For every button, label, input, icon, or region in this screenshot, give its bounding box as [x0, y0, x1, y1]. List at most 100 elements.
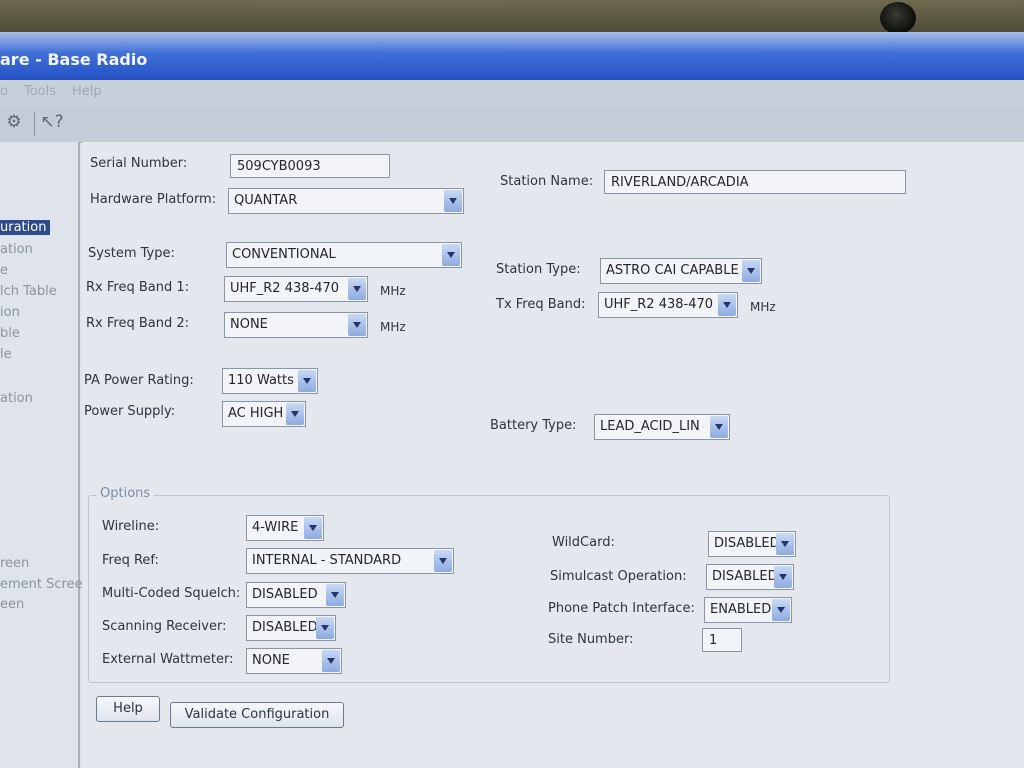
chevron-down-icon[interactable]: [774, 566, 792, 588]
chevron-down-icon[interactable]: [316, 617, 334, 639]
nav-item-option[interactable]: ion: [0, 305, 20, 320]
external-wattmeter-select[interactable]: NONE: [246, 648, 342, 674]
wireline-select[interactable]: 4-WIRE: [246, 515, 324, 541]
pa-power-rating-select[interactable]: 110 Watts: [222, 368, 318, 394]
chevron-down-icon[interactable]: [348, 314, 366, 336]
pa-power-rating-value: 110 Watts: [228, 373, 294, 388]
menu-item-tools[interactable]: Tools: [24, 84, 56, 99]
multi-coded-squelch-value: DISABLED: [252, 587, 318, 602]
rx-freq-band-2-unit: MHz: [380, 320, 406, 334]
rx-freq-band-2-value: NONE: [230, 317, 268, 332]
phone-patch-interface-label: Phone Patch Interface:: [548, 601, 695, 616]
rx-freq-band-1-unit: MHz: [380, 284, 406, 298]
window-title: are - Base Radio: [0, 50, 148, 69]
chevron-down-icon[interactable]: [772, 599, 790, 621]
freq-ref-select[interactable]: INTERNAL - STANDARD: [246, 548, 454, 574]
validate-configuration-button[interactable]: Validate Configuration: [170, 702, 344, 728]
title-bar: are - Base Radio: [0, 32, 1024, 80]
options-legend: Options: [96, 486, 155, 501]
wireline-value: 4-WIRE: [252, 520, 299, 535]
chevron-down-icon[interactable]: [776, 533, 794, 555]
rx-freq-band-1-label: Rx Freq Band 1:: [86, 280, 189, 295]
help-button[interactable]: Help: [96, 696, 160, 722]
station-name-field[interactable]: RIVERLAND/ARCADIA: [604, 170, 906, 194]
nav-item-squelch-table[interactable]: lch Table: [0, 284, 57, 299]
nav-item-measurement-screen[interactable]: ement Scree: [0, 577, 83, 592]
chevron-down-icon[interactable]: [298, 370, 316, 392]
chevron-down-icon[interactable]: [442, 244, 460, 266]
wireline-label: Wireline:: [102, 519, 160, 534]
battery-type-value: LEAD_ACID_LIN: [600, 419, 700, 434]
power-supply-label: Power Supply:: [84, 404, 176, 419]
nav-item-table[interactable]: ble: [0, 326, 20, 341]
menu-bar: o Tools Help: [0, 80, 1024, 106]
wildcard-label: WildCard:: [552, 535, 615, 550]
hardware-platform-select[interactable]: QUANTAR: [228, 188, 464, 214]
phone-patch-interface-value: ENABLED: [710, 602, 772, 617]
serial-number-label: Serial Number:: [90, 156, 188, 171]
freq-ref-label: Freq Ref:: [102, 553, 159, 568]
simulcast-operation-label: Simulcast Operation:: [550, 569, 687, 584]
nav-item-profile[interactable]: e: [0, 263, 8, 278]
serial-number-field[interactable]: 509CYB0093: [230, 154, 390, 178]
nav-item-station[interactable]: ation: [0, 242, 33, 257]
system-type-value: CONVENTIONAL: [232, 247, 336, 262]
battery-type-label: Battery Type:: [490, 418, 577, 433]
nav-item-screen[interactable]: reen: [0, 556, 29, 571]
site-number-field[interactable]: 1: [702, 628, 742, 652]
rx-freq-band-1-value: UHF_R2 438-470: [230, 281, 340, 296]
hardware-platform-value: QUANTAR: [234, 193, 298, 208]
chevron-down-icon[interactable]: [742, 260, 760, 282]
webcam: [880, 2, 916, 34]
scanning-receiver-label: Scanning Receiver:: [102, 619, 227, 634]
power-supply-value: AC HIGH: [228, 406, 284, 421]
wildcard-select[interactable]: DISABLED: [708, 531, 796, 557]
tx-freq-band-value: UHF_R2 438-470: [604, 297, 714, 312]
phone-patch-interface-select[interactable]: ENABLED: [704, 597, 792, 623]
battery-type-select[interactable]: LEAD_ACID_LIN: [594, 414, 730, 440]
chevron-down-icon[interactable]: [304, 517, 322, 539]
chevron-down-icon[interactable]: [286, 403, 304, 425]
tx-freq-band-unit: MHz: [750, 300, 776, 314]
chevron-down-icon[interactable]: [444, 190, 462, 212]
simulcast-operation-select[interactable]: DISABLED: [706, 564, 794, 590]
station-type-label: Station Type:: [496, 262, 581, 277]
app-window: are - Base Radio o Tools Help ⚙ ↖? urati…: [0, 32, 1024, 768]
menu-item-help[interactable]: Help: [72, 84, 102, 99]
scanning-receiver-select[interactable]: DISABLED: [246, 615, 336, 641]
nav-item-calibration[interactable]: ation: [0, 391, 33, 406]
configuration-panel: Serial Number: 509CYB0093 Station Name: …: [82, 142, 1024, 768]
toolbar-separator: [34, 112, 35, 136]
system-type-select[interactable]: CONVENTIONAL: [226, 242, 462, 268]
nav-item-screen-2[interactable]: een: [0, 597, 24, 612]
rx-freq-band-2-select[interactable]: NONE: [224, 312, 368, 338]
menu-item-view[interactable]: o: [0, 84, 8, 99]
external-wattmeter-value: NONE: [252, 653, 290, 668]
chevron-down-icon[interactable]: [326, 584, 344, 606]
site-number-label: Site Number:: [548, 632, 634, 647]
navigation-tree: uration ation e lch Table ion ble le ati…: [0, 142, 83, 768]
power-supply-select[interactable]: AC HIGH: [222, 401, 306, 427]
chevron-down-icon[interactable]: [718, 294, 736, 316]
chevron-down-icon[interactable]: [710, 416, 728, 438]
simulcast-operation-value: DISABLED: [712, 569, 778, 584]
nav-item-configuration[interactable]: uration: [0, 220, 51, 235]
system-type-label: System Type:: [88, 246, 175, 261]
toolbar: ⚙ ↖?: [0, 106, 1024, 143]
rx-freq-band-1-select[interactable]: UHF_R2 438-470: [224, 276, 368, 302]
rx-freq-band-2-label: Rx Freq Band 2:: [86, 316, 189, 331]
station-type-select[interactable]: ASTRO CAI CAPABLE: [600, 258, 762, 284]
chevron-down-icon[interactable]: [348, 278, 366, 300]
chevron-down-icon[interactable]: [322, 650, 340, 672]
hardware-platform-label: Hardware Platform:: [90, 192, 217, 207]
external-wattmeter-label: External Wattmeter:: [102, 652, 234, 667]
context-help-icon[interactable]: ↖?: [40, 112, 64, 136]
scanning-receiver-value: DISABLED: [252, 620, 318, 635]
nav-item-module[interactable]: le: [0, 347, 12, 362]
station-type-value: ASTRO CAI CAPABLE: [606, 263, 739, 278]
network-config-icon[interactable]: ⚙: [2, 112, 26, 136]
chevron-down-icon[interactable]: [434, 550, 452, 572]
station-name-label: Station Name:: [500, 174, 594, 189]
multi-coded-squelch-select[interactable]: DISABLED: [246, 582, 346, 608]
tx-freq-band-select[interactable]: UHF_R2 438-470: [598, 292, 738, 318]
